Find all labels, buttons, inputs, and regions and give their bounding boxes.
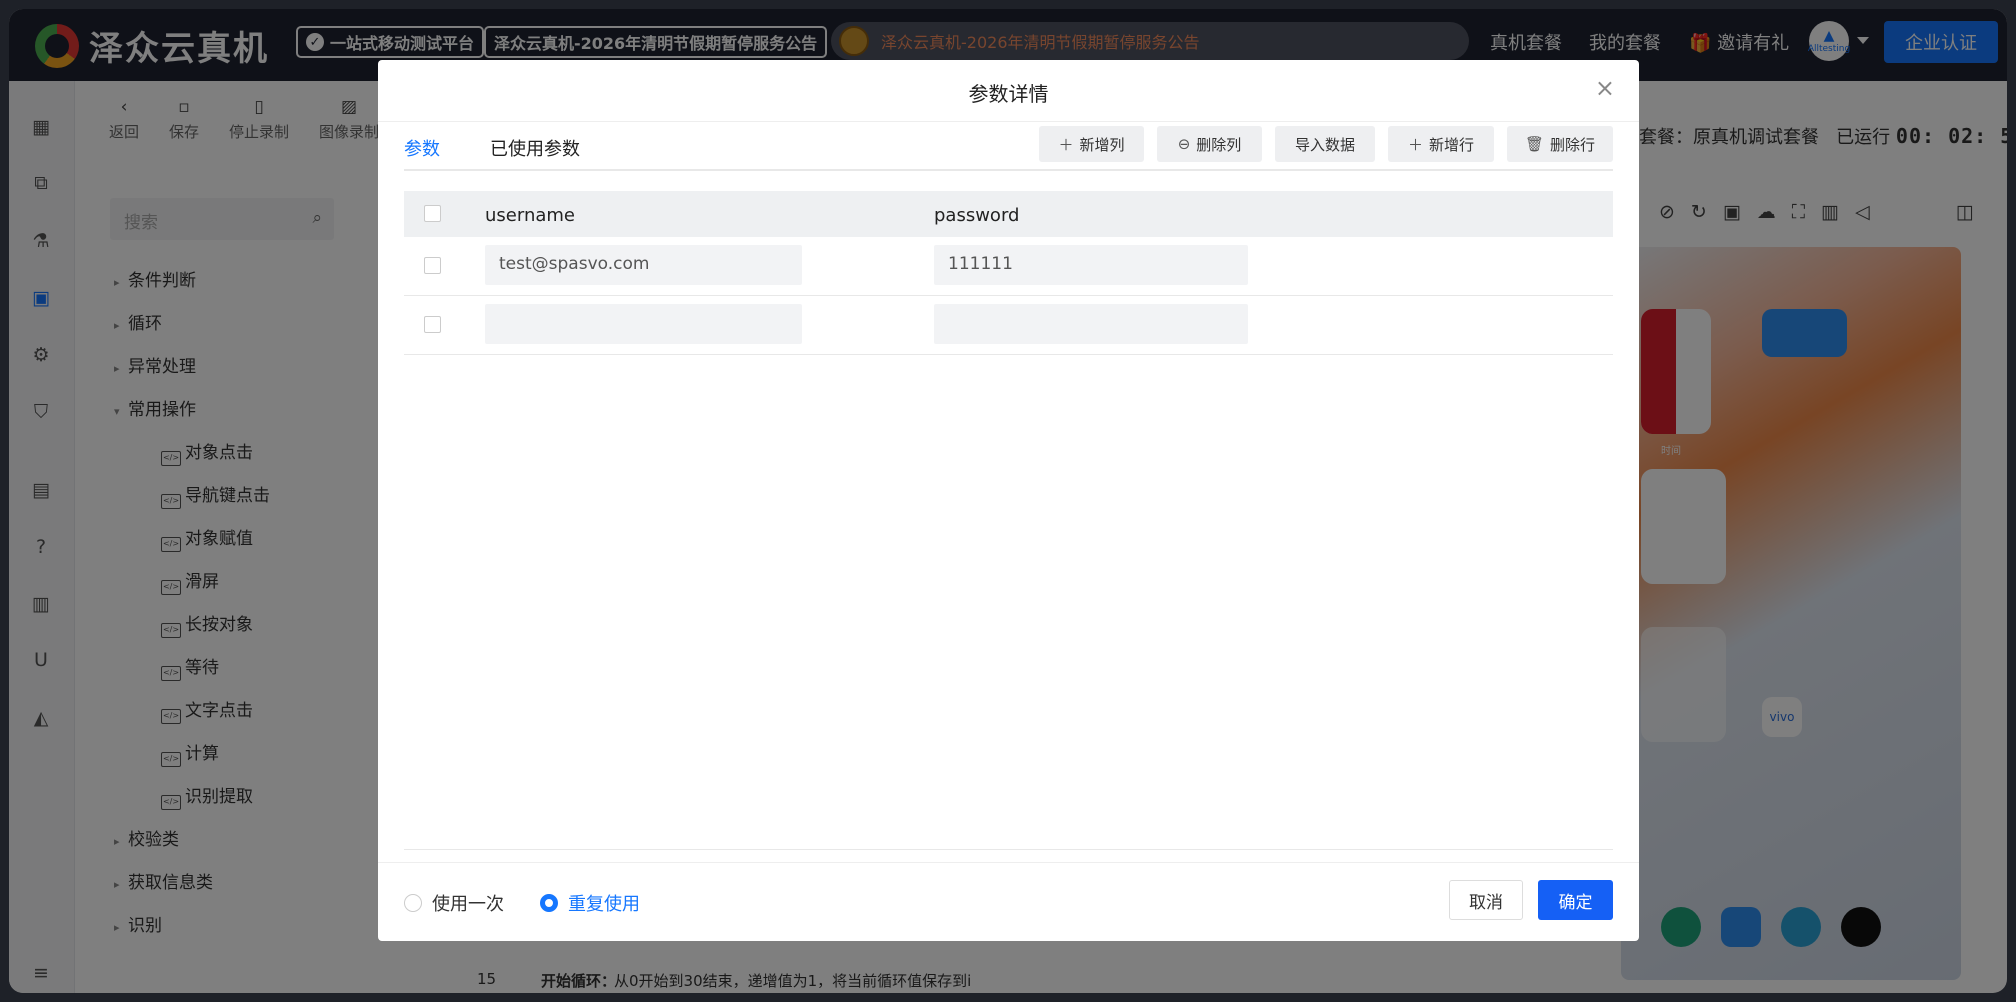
minus-circle-icon: ⊖ <box>1177 135 1191 153</box>
password-cell-input[interactable]: 111111 <box>934 245 1248 285</box>
table-row: test@spasvo.com 111111 <box>404 237 1613 296</box>
plus-icon: ＋ <box>1058 135 1074 154</box>
radio-off-icon <box>404 894 422 912</box>
tab-used-params[interactable]: 已使用参数 <box>490 135 580 169</box>
param-detail-dialog: 参数详情 × 参数 已使用参数 ＋ 新增列 ⊖ 删除列 导入数据 ＋ 新增行 🗑 删除行… <box>378 60 1639 941</box>
close-icon[interactable]: × <box>1595 74 1615 102</box>
add-row-label: 新增行 <box>1429 135 1475 154</box>
column-header-username: username <box>485 205 575 226</box>
username-cell-input[interactable]: test@spasvo.com <box>485 245 802 285</box>
password-cell-input[interactable] <box>934 304 1248 344</box>
select-all-checkbox[interactable] <box>424 205 441 222</box>
row-checkbox[interactable] <box>424 257 441 274</box>
delete-row-button[interactable]: 🗑 删除行 <box>1507 126 1613 162</box>
add-column-button[interactable]: ＋ 新增列 <box>1039 126 1144 162</box>
cancel-button[interactable]: 取消 <box>1449 880 1523 920</box>
import-data-button[interactable]: 导入数据 <box>1275 126 1375 162</box>
table-header: username password <box>404 191 1613 237</box>
delete-row-label: 删除行 <box>1550 135 1596 154</box>
table-row <box>404 296 1613 355</box>
table-bottom-border <box>404 849 1613 850</box>
username-cell-input[interactable] <box>485 304 802 344</box>
tab-params[interactable]: 参数 <box>404 135 440 171</box>
import-data-label: 导入数据 <box>1294 135 1355 154</box>
delete-column-button[interactable]: ⊖ 删除列 <box>1157 126 1262 162</box>
radio-on-icon <box>540 894 558 912</box>
column-header-password: password <box>934 205 1020 226</box>
footer-divider <box>378 862 1639 863</box>
delete-column-label: 删除列 <box>1196 135 1242 154</box>
plus-icon: ＋ <box>1407 135 1423 154</box>
add-column-label: 新增列 <box>1079 135 1125 154</box>
reuse-label: 重复使用 <box>568 894 640 915</box>
reuse-radio[interactable]: 重复使用 <box>540 890 640 916</box>
use-once-radio[interactable]: 使用一次 <box>404 890 504 916</box>
confirm-button[interactable]: 确定 <box>1538 880 1613 920</box>
trash-icon: 🗑 <box>1524 135 1545 153</box>
use-once-label: 使用一次 <box>432 894 504 915</box>
divider <box>378 121 1639 122</box>
tabs-divider <box>404 169 1613 171</box>
row-checkbox[interactable] <box>424 316 441 333</box>
dialog-title: 参数详情 <box>968 82 1049 106</box>
add-row-button[interactable]: ＋ 新增行 <box>1388 126 1494 162</box>
